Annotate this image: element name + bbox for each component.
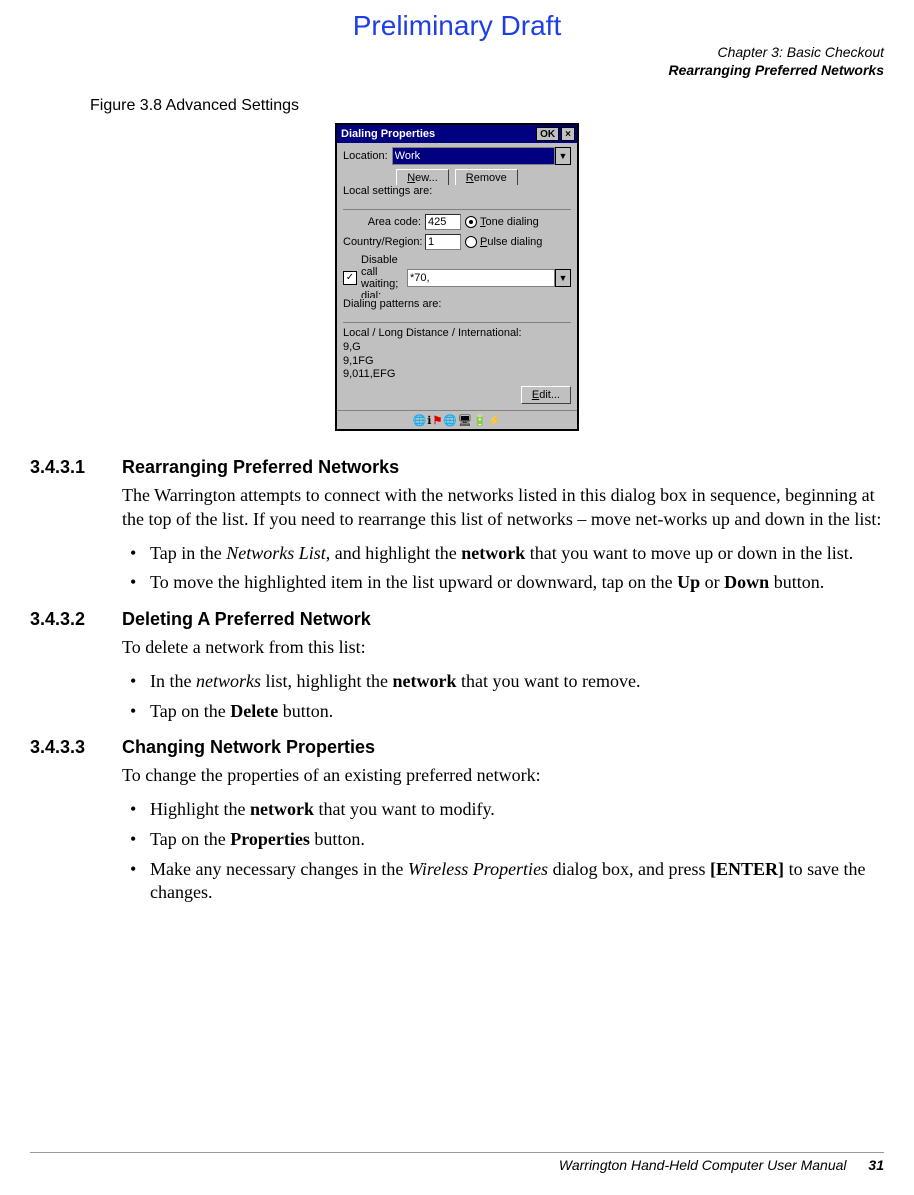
radio-off-icon (465, 236, 477, 248)
section-heading-3-4-3-3: 3.4.3.3 Changing Network Properties (30, 737, 884, 758)
page-number: 31 (868, 1157, 884, 1173)
edit-button[interactable]: Edit... (521, 386, 571, 404)
info-icon: ℹ (427, 414, 431, 427)
section-number: 3.4.3.3 (30, 737, 104, 758)
section-title: Rearranging Preferred Networks (122, 457, 399, 478)
chapter-line-1: Chapter 3: Basic Checkout (30, 44, 884, 62)
chapter-line-2: Rearranging Preferred Networks (30, 62, 884, 80)
local-settings-label: Local settings are: (343, 185, 571, 197)
dropdown-icon[interactable]: ▼ (555, 269, 571, 287)
bolt-icon: ⚡ (488, 414, 502, 427)
globe2-icon: 🌐 (443, 414, 457, 427)
location-input[interactable] (392, 147, 555, 165)
pattern-3: 9,011,EFG (343, 368, 571, 382)
network-icon: ⚑ (432, 414, 442, 427)
country-input[interactable] (425, 234, 461, 250)
list-item: In the networks list, highlight the netw… (122, 670, 884, 694)
tone-dialing-label: Tone dialing (480, 216, 539, 228)
section-1-intro: The Warrington attempts to connect with … (122, 484, 884, 532)
pattern-1: 9,G (343, 341, 571, 355)
pattern-2: 9,1FG (343, 355, 571, 369)
dialog-titlebar: Dialing Properties OK × (337, 125, 577, 143)
list-item: To move the highlighted item in the list… (122, 571, 884, 595)
section-2-intro: To delete a network from this list: (122, 636, 884, 660)
system-tray: 🌐 ℹ ⚑ 🌐 🖥 🔋 ⚡ (337, 410, 577, 429)
new-button-rest: ew... (415, 172, 438, 184)
footer-text: Warrington Hand-Held Computer User Manua… (559, 1157, 847, 1173)
radio-on-icon (465, 216, 477, 228)
section-number: 3.4.3.1 (30, 457, 104, 478)
list-item: Tap on the Properties button. (122, 828, 884, 852)
figure-caption: Figure 3.8 Advanced Settings (90, 97, 884, 115)
country-region-label: Country/Region: (343, 236, 421, 248)
ok-button[interactable]: OK (536, 127, 559, 141)
patterns-sub-label: Local / Long Distance / International: (343, 327, 571, 341)
figure-wrap: Dialing Properties OK × Location: ▼ New.… (30, 123, 884, 431)
pulse-dialing-label: Pulse dialing (480, 236, 542, 248)
dialing-properties-dialog: Dialing Properties OK × Location: ▼ New.… (335, 123, 579, 431)
close-button[interactable]: × (561, 127, 575, 141)
area-code-input[interactable] (425, 214, 461, 230)
dialing-patterns-block: Local / Long Distance / International: 9… (343, 327, 571, 382)
draft-banner: Preliminary Draft (30, 10, 884, 42)
globe-icon: 🌐 (413, 414, 427, 427)
dialog-title-text: Dialing Properties (341, 128, 435, 140)
list-item: Make any necessary changes in the Wirele… (122, 858, 884, 906)
dropdown-icon[interactable]: ▼ (555, 147, 571, 165)
section-title: Changing Network Properties (122, 737, 375, 758)
battery-icon: 🔋 (473, 414, 487, 427)
checkbox-checked-icon: ✓ (343, 271, 357, 285)
section-number: 3.4.3.2 (30, 609, 104, 630)
location-label: Location: (343, 150, 388, 162)
disable-call-waiting-checkbox[interactable]: ✓ (343, 271, 357, 285)
section-title: Deleting A Preferred Network (122, 609, 371, 630)
list-item: Highlight the network that you want to m… (122, 798, 884, 822)
area-code-label: Area code: (343, 216, 421, 228)
chapter-header: Chapter 3: Basic Checkout Rearranging Pr… (30, 44, 884, 79)
monitor-icon: 🖥 (458, 414, 472, 427)
disable-call-waiting-input[interactable] (407, 269, 555, 287)
pulse-dialing-radio[interactable]: Pulse dialing (465, 236, 542, 248)
list-item: Tap in the Networks List, and highlight … (122, 542, 884, 566)
remove-button-rest: emove (474, 172, 507, 184)
disable-call-waiting-label: Disable call waiting; dial: (361, 254, 403, 302)
tone-dialing-radio[interactable]: Tone dialing (465, 216, 539, 228)
location-combo[interactable]: ▼ (392, 147, 571, 165)
section-heading-3-4-3-1: 3.4.3.1 Rearranging Preferred Networks (30, 457, 884, 478)
dialing-patterns-label: Dialing patterns are: (343, 298, 571, 310)
section-3-intro: To change the properties of an existing … (122, 764, 884, 788)
page-footer: Warrington Hand-Held Computer User Manua… (30, 1152, 884, 1173)
section-heading-3-4-3-2: 3.4.3.2 Deleting A Preferred Network (30, 609, 884, 630)
list-item: Tap on the Delete button. (122, 700, 884, 724)
